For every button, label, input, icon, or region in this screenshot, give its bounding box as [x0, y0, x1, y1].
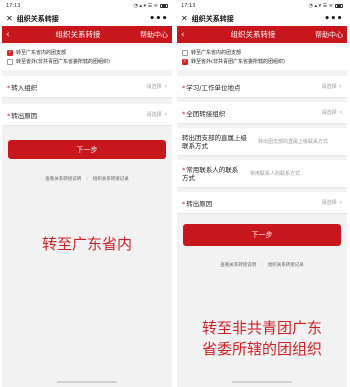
right-phone-screen: 17:13 ◔ ▴ ▾ ☰ ≋ ✕ 组织关系转接 ••• ‹ 组织关系转接 帮助… — [177, 0, 347, 387]
wechat-title-bar: ✕ 组织关系转接 ••• — [177, 11, 347, 26]
back-icon[interactable]: ‹ — [6, 30, 16, 40]
checkbox-checked-icon[interactable]: ✓ — [7, 49, 13, 56]
checkbox-unchecked-icon[interactable] — [7, 58, 13, 65]
close-icon[interactable]: ✕ — [181, 14, 188, 23]
close-icon[interactable]: ✕ — [6, 14, 13, 23]
field-label: 转出团支部的直属上级联系方式 — [182, 133, 247, 150]
transfer-type-options: 转至广东省内的团支部 ✓ 转至省外(非共青团广东省委所辖的团组织) — [177, 45, 347, 70]
more-icon[interactable]: ••• — [324, 14, 343, 24]
field-value: 请选择 — [321, 110, 337, 116]
transfer-guide-link[interactable]: 查看关系转接说明 — [220, 262, 256, 268]
battery-icon — [335, 3, 343, 8]
field-national-transfer-org[interactable]: *全团转接组织 请选择 › — [177, 102, 347, 124]
app-header: ‹ 组织关系转接 帮助中心 — [177, 26, 347, 43]
field-common-contact[interactable]: *常用联系人的联系方式 常用联系人的联系方式 — [177, 160, 347, 188]
help-center-link[interactable]: 帮助中心 — [140, 30, 168, 40]
status-time: 17:13 — [181, 2, 196, 9]
chevron-right-icon: › — [339, 83, 342, 90]
option-label: 转至广东省内的团支部 — [16, 50, 67, 56]
footer-links: 查看关系转接说明 | 组织关系转接记录 — [45, 176, 129, 183]
field-placeholder: 转出团支部的直属上级联系方式 — [258, 139, 329, 145]
option-within-guangdong[interactable]: ✓ 转至广东省内的团支部 — [7, 48, 167, 57]
caption-right-line-1: 转至非共青团广东 — [201, 319, 322, 337]
chevron-right-icon: › — [164, 83, 167, 90]
left-phone-screen: 17:13 ◔ ▴ ▾ ☰ ≋ ✕ 组织关系转接 ••• ‹ 组织关系转接 帮助… — [2, 0, 172, 387]
field-value: 请选择 — [146, 84, 162, 90]
field-label: 全团转接组织 — [186, 109, 226, 118]
wechat-page-title: 组织关系转接 — [191, 14, 234, 23]
field-label: 常用联系人的联系方式 — [182, 165, 239, 182]
page-title: 组织关系转接 — [230, 30, 276, 39]
footer-links: 查看关系转接说明 | 组织关系转接记录 — [220, 262, 304, 269]
wechat-page-title: 组织关系转接 — [16, 14, 59, 23]
option-label: 转至广东省内的团支部 — [191, 50, 242, 56]
home-indicator — [232, 381, 292, 383]
field-superior-contact[interactable]: 转出团支部的直属上级联系方式 转出团支部的直属上级联系方式 — [177, 128, 347, 156]
battery-icon — [160, 3, 168, 8]
field-value: 请选择 — [146, 112, 162, 118]
field-label: 学习/工作单位地点 — [186, 83, 241, 92]
option-label: 转至省外(非共青团广东省委所辖的团组织) — [191, 59, 285, 65]
field-value: 请选择 — [321, 84, 337, 90]
chevron-right-icon: › — [339, 199, 342, 206]
wechat-title-bar: ✕ 组织关系转接 ••• — [2, 11, 172, 26]
option-outside-province[interactable]: ✓ 转至省外(非共青团广东省委所辖的团组织) — [182, 57, 342, 66]
caption-left: 转至广东省内 — [41, 235, 132, 253]
field-transfer-reason[interactable]: *转出原因 请选择 › — [2, 104, 172, 126]
more-icon[interactable]: ••• — [149, 14, 168, 24]
field-label: 转出原因 — [11, 111, 38, 120]
next-step-button[interactable]: 下一步 — [183, 224, 341, 246]
checkbox-checked-icon[interactable]: ✓ — [182, 58, 188, 65]
status-icons: ◔ ▴ ▾ ☰ ≋ — [308, 2, 333, 9]
checkbox-unchecked-icon[interactable] — [182, 49, 188, 56]
field-placeholder: 常用联系人的联系方式 — [250, 171, 301, 177]
transfer-type-options: ✓ 转至广东省内的团支部 转至省外(非共青团广东省委所辖的团组织) — [2, 45, 172, 70]
field-label: 转出原因 — [186, 199, 213, 208]
field-label: 转入组织 — [11, 83, 38, 92]
caption-right-line-2: 省委所辖的团组织 — [201, 340, 322, 358]
status-bar: 17:13 ◔ ▴ ▾ ☰ ≋ — [177, 0, 347, 11]
transfer-records-link[interactable]: 组织关系转接记录 — [268, 262, 304, 268]
transfer-guide-link[interactable]: 查看关系转接说明 — [45, 176, 81, 182]
status-icons: ◔ ▴ ▾ ☰ ≋ — [133, 2, 158, 9]
option-outside-province[interactable]: 转至省外(非共青团广东省委所辖的团组织) — [7, 57, 167, 66]
app-header: ‹ 组织关系转接 帮助中心 — [2, 26, 172, 43]
option-label: 转至省外(非共青团广东省委所辖的团组织) — [16, 59, 110, 65]
field-transfer-in-org[interactable]: *转入组织 请选择 › — [2, 76, 172, 98]
home-indicator — [57, 381, 117, 383]
help-center-link[interactable]: 帮助中心 — [315, 30, 343, 40]
chevron-right-icon: › — [339, 109, 342, 116]
chevron-right-icon: › — [164, 111, 167, 118]
status-bar: 17:13 ◔ ▴ ▾ ☰ ≋ — [2, 0, 172, 11]
transfer-records-link[interactable]: 组织关系转接记录 — [93, 176, 129, 182]
back-icon[interactable]: ‹ — [181, 30, 191, 40]
field-study-work-location[interactable]: *学习/工作单位地点 请选择 › — [177, 76, 347, 98]
option-within-guangdong[interactable]: 转至广东省内的团支部 — [182, 48, 342, 57]
next-step-button[interactable]: 下一步 — [8, 140, 166, 159]
field-transfer-reason[interactable]: *转出原因 请选择 › — [177, 192, 347, 214]
page-title: 组织关系转接 — [55, 30, 101, 39]
status-time: 17:13 — [6, 2, 21, 9]
field-value: 请选择 — [321, 200, 337, 206]
